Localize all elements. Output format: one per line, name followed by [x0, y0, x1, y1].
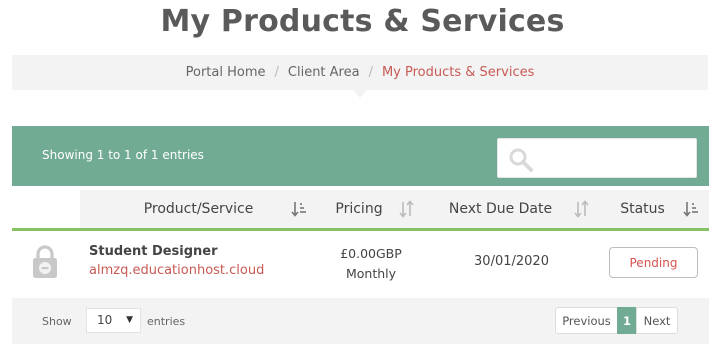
table-footer: Show 10 ▼ entries Previous 1 Next	[12, 298, 709, 344]
page-1-button[interactable]: 1	[617, 307, 637, 334]
column-label: Status	[620, 201, 665, 217]
breadcrumb-client-area[interactable]: Client Area	[288, 65, 360, 80]
breadcrumb-pointer	[353, 90, 367, 98]
status-badge: Pending	[609, 247, 698, 278]
column-icon-blank	[12, 190, 80, 231]
sort-desc-icon	[683, 202, 698, 217]
column-product-service[interactable]: Product/Service	[80, 190, 317, 231]
price-amount: £0.00GBP	[340, 246, 402, 261]
product-name: Student Designer	[89, 244, 218, 259]
table-info: Showing 1 to 1 of 1 entries	[42, 148, 204, 162]
entries-label: entries	[147, 315, 186, 328]
entries-length-value: 10	[97, 313, 113, 327]
column-label: Next Due Date	[448, 201, 553, 217]
breadcrumb-current: My Products & Services	[381, 65, 535, 80]
previous-button[interactable]: Previous	[555, 307, 618, 334]
product-domain-link[interactable]: almzq.educationhost.cloud	[89, 263, 264, 278]
show-label: Show	[42, 315, 72, 328]
sort-desc-icon	[291, 202, 306, 217]
breadcrumb-separator: /	[274, 65, 279, 80]
sort-both-icon	[399, 200, 414, 218]
pricing-cell: £0.00GBP Monthly	[317, 244, 425, 284]
caret-down-icon: ▼	[126, 315, 133, 325]
lock-icon	[33, 245, 57, 278]
column-label: Product/Service	[143, 201, 254, 217]
pagination: Previous 1 Next	[555, 307, 678, 334]
breadcrumb-separator: /	[368, 65, 373, 80]
column-status[interactable]: Status	[600, 190, 709, 231]
column-next-due-date[interactable]: Next Due Date	[425, 190, 600, 231]
search-input[interactable]	[497, 138, 697, 178]
breadcrumb-portal-home[interactable]: Portal Home	[186, 65, 266, 80]
sort-both-icon	[574, 200, 589, 218]
next-button[interactable]: Next	[636, 307, 678, 334]
column-pricing[interactable]: Pricing	[317, 190, 425, 231]
billing-cycle: Monthly	[345, 266, 397, 281]
table-toolbar: Showing 1 to 1 of 1 entries	[12, 126, 709, 186]
breadcrumb: Portal Home / Client Area / My Products …	[12, 55, 708, 90]
column-label: Pricing	[335, 201, 383, 217]
table-row[interactable]: Student Designer almzq.educationhost.clo…	[12, 231, 709, 298]
page-title: My Products & Services	[160, 4, 565, 39]
entries-length-select[interactable]: 10 ▼	[86, 308, 141, 333]
search-icon	[509, 148, 533, 172]
table-header: Product/Service Pricing Next Due Date St…	[12, 190, 709, 231]
next-due-date: 30/01/2020	[474, 254, 549, 269]
